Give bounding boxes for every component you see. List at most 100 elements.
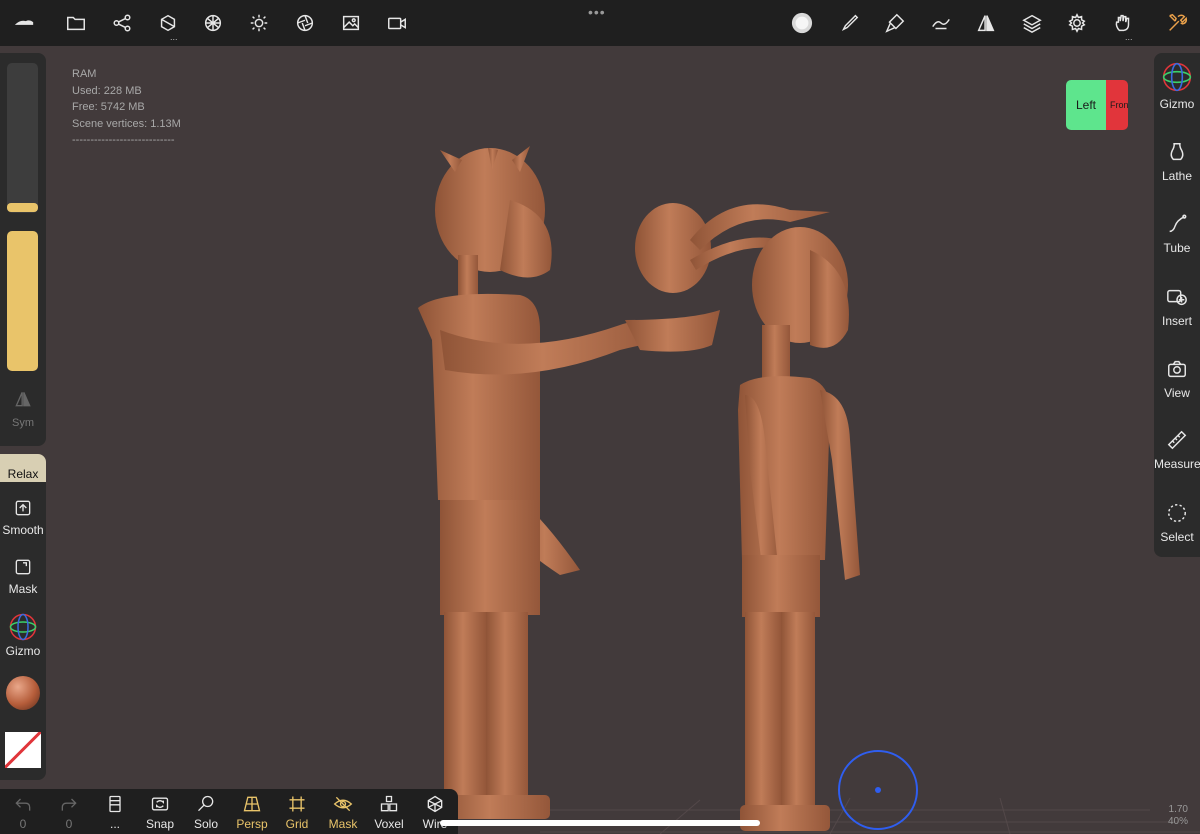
lasso-select-icon (1168, 504, 1186, 522)
radius-slider[interactable] (7, 63, 38, 213)
folder-icon[interactable] (62, 9, 90, 37)
app-logo-icon[interactable] (10, 9, 38, 37)
gizmo-button[interactable]: Gizmo (0, 612, 46, 658)
image-icon[interactable] (337, 9, 365, 37)
floating-head (635, 203, 830, 293)
camera-icon (1168, 360, 1186, 378)
voxel-icon (380, 795, 398, 812)
memory-stats: RAM Used: 228 MB Free: 5742 MB Scene ver… (72, 66, 181, 149)
solo-button[interactable]: Solo (183, 794, 229, 831)
gizmo-icon (1162, 62, 1192, 92)
gizmo-tool-button[interactable]: Gizmo (1154, 61, 1200, 111)
mask-visibility-button[interactable]: Mask (320, 794, 366, 831)
measure-label: Measure (1154, 457, 1200, 471)
gizmo-tool-label: Gizmo (1159, 97, 1195, 111)
top-toolbar: ... ••• ... (0, 0, 1200, 46)
smooth-label: Smooth (2, 523, 44, 537)
relax-button[interactable]: Relax (0, 454, 46, 482)
mask-visibility-label: Mask (328, 817, 358, 831)
perspective-icon (243, 796, 261, 812)
primitive-more: ... (170, 32, 178, 42)
wireframe-icon (427, 795, 443, 813)
smooth-button[interactable]: Smooth (0, 498, 46, 537)
more-options-icon[interactable]: ••• (588, 4, 606, 20)
snap-icon (151, 797, 169, 811)
redo-button[interactable]: 0 (46, 794, 92, 831)
view-cube[interactable]: Left Front (1066, 80, 1128, 130)
brush-tools-panel: Relax Smooth Mask Gizmo (0, 454, 46, 780)
pivot-circle[interactable] (838, 750, 918, 830)
zoom-percent: 40% (1167, 816, 1188, 827)
voxel-button[interactable]: Voxel (366, 794, 412, 831)
right-tools-panel: Gizmo Lathe Tube Insert View Measure Sel… (1154, 53, 1200, 557)
stats-vertices: Scene vertices: 1.13M (72, 117, 181, 130)
stats-used: Used: 228 MB (72, 84, 142, 97)
view-button[interactable]: View (1154, 358, 1200, 400)
grid-label: Grid (285, 817, 309, 831)
view-label: View (1164, 386, 1190, 400)
stack-icon (109, 795, 121, 813)
undo-icon (15, 798, 31, 811)
select-button[interactable]: Select (1154, 502, 1200, 544)
gesture-more: ... (1125, 32, 1133, 42)
gizmo-icon (9, 613, 37, 641)
mask-icon (15, 559, 31, 575)
persp-button[interactable]: Persp (229, 794, 275, 831)
symmetry-icon[interactable] (13, 389, 33, 409)
stats-free: Free: 5742 MB (72, 101, 145, 113)
gesture-hand-icon[interactable] (1109, 9, 1137, 37)
stroke-icon[interactable] (927, 9, 955, 37)
tube-icon (1169, 214, 1187, 233)
undo-button[interactable]: 0 (0, 794, 46, 831)
camera-aperture-icon[interactable] (291, 9, 319, 37)
mask-label: Mask (8, 582, 38, 596)
settings-gear-icon[interactable] (1063, 9, 1091, 37)
persp-label: Persp (236, 817, 268, 831)
layers-button[interactable]: ... (92, 794, 138, 831)
radius-slider-thumb[interactable] (7, 203, 38, 212)
tube-button[interactable]: Tube (1154, 213, 1200, 255)
scene-graph-icon[interactable] (108, 9, 136, 37)
measure-button[interactable]: Measure (1154, 429, 1200, 471)
video-camera-icon[interactable] (383, 9, 411, 37)
sym-label[interactable]: Sym (0, 417, 46, 429)
layers-icon[interactable] (1018, 9, 1046, 37)
grid-button[interactable]: Grid (274, 794, 320, 831)
lighting-icon[interactable] (245, 9, 273, 37)
intensity-slider[interactable] (7, 231, 38, 371)
grid-icon (289, 796, 305, 812)
brush-sliders-panel: Sym (0, 53, 46, 446)
insert-icon (1167, 289, 1187, 306)
redo-count: 0 (65, 817, 73, 831)
topology-icon[interactable] (199, 9, 227, 37)
zoom-readout: 1.70 40% (1168, 804, 1188, 828)
tools-icon[interactable] (1163, 9, 1191, 37)
material-sphere[interactable] (6, 676, 40, 710)
view-cube-left-face[interactable]: Left (1066, 80, 1106, 130)
paint-icon[interactable] (881, 9, 909, 37)
floor-grid (460, 797, 1200, 834)
stats-separator: ---------------------------- (72, 134, 175, 146)
matcap-icon[interactable] (788, 9, 816, 37)
snap-button[interactable]: Snap (137, 794, 183, 831)
brush-icon[interactable] (835, 9, 863, 37)
color-swatch[interactable] (5, 732, 41, 768)
ruler-icon (1167, 430, 1187, 450)
select-label: Select (1160, 530, 1194, 544)
home-indicator[interactable] (440, 820, 760, 826)
redo-icon (61, 798, 77, 811)
lathe-button[interactable]: Lathe (1154, 141, 1200, 183)
mask-button[interactable]: Mask (0, 557, 46, 596)
relax-label: Relax (7, 467, 39, 481)
lathe-icon (1170, 143, 1184, 161)
eye-off-icon (333, 796, 353, 812)
zoom-scale: 1.70 (1168, 804, 1188, 815)
view-cube-front-face[interactable]: Front (1106, 80, 1128, 130)
figure-devil (418, 146, 720, 819)
insert-button[interactable]: Insert (1154, 286, 1200, 328)
tube-label: Tube (1163, 241, 1191, 255)
primitive-icon[interactable] (154, 9, 182, 37)
snap-label: Snap (145, 817, 175, 831)
layers-label: ... (109, 817, 120, 831)
symmetry-icon[interactable] (972, 9, 1000, 37)
